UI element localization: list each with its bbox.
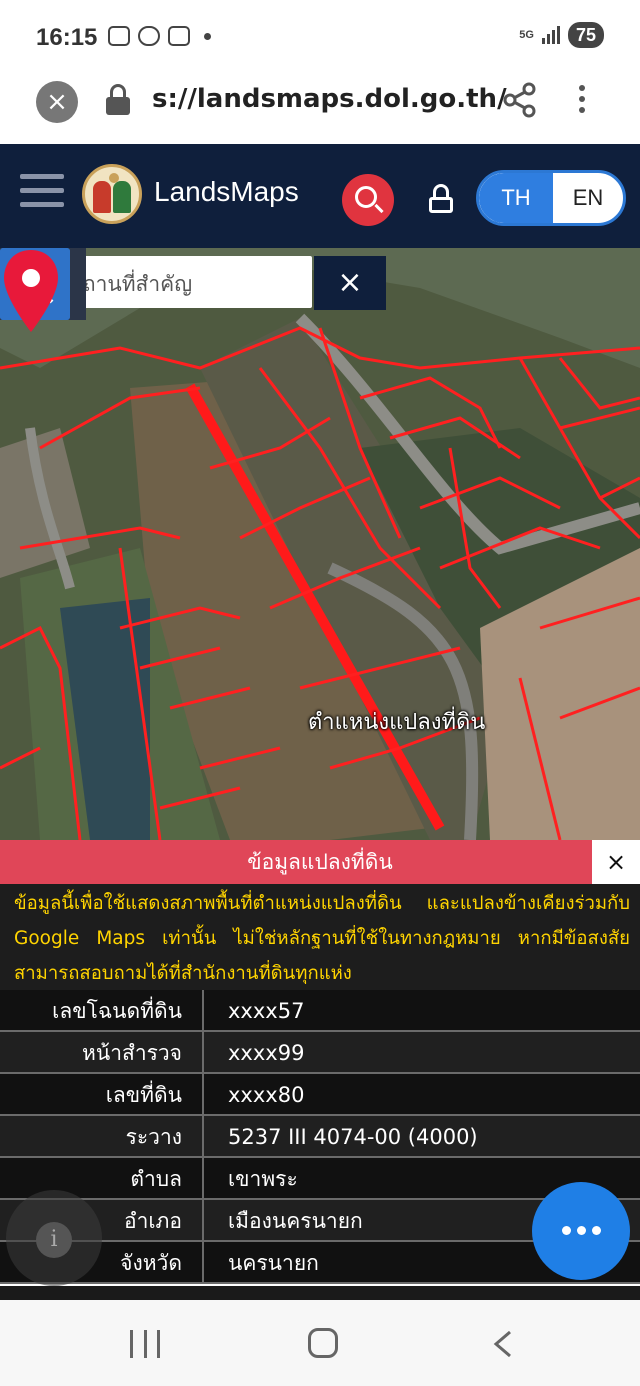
table-row-cutoff (0, 1286, 640, 1300)
row-value: 5237 III 4074-00 (4000) (228, 1125, 478, 1149)
row-label: เลขโฉนดที่ดิน (0, 990, 204, 1030)
row-label: เลขที่ดิน (0, 1074, 204, 1114)
login-lock-icon[interactable] (428, 184, 454, 214)
panel-close-button[interactable]: × (592, 840, 640, 884)
row-value: xxxx99 (228, 1041, 305, 1065)
parcel-location-label: ตำแหน่งแปลงที่ดิน (308, 710, 486, 735)
row-label: ตำบล (0, 1158, 204, 1198)
app-header: LandsMaps TH EN (0, 144, 640, 248)
home-nav-icon[interactable] (308, 1328, 338, 1358)
screenshot-icon (108, 26, 130, 46)
table-row: ตำบล เขาพระ (0, 1158, 640, 1200)
line-app-icon (138, 26, 160, 46)
system-nav-bar (0, 1300, 640, 1386)
location-pin-icon (4, 250, 58, 332)
row-value: xxxx57 (228, 999, 305, 1023)
status-right: 5G 75 (519, 22, 604, 48)
satellite-map (0, 248, 640, 840)
disclaimer-text: ข้อมูลนี้เพื่อใช้แสดงสภาพพื้นที่ตำแหน่งแ… (14, 893, 630, 984)
brand-name: LandsMaps (154, 176, 299, 207)
search-button[interactable] (342, 174, 394, 226)
language-toggle: TH EN (476, 170, 626, 226)
instagram-icon (168, 26, 190, 46)
close-tab-button[interactable]: × (36, 81, 78, 123)
more-vert-icon[interactable] (570, 80, 594, 120)
more-actions-button[interactable] (532, 1182, 630, 1280)
more-notifications-icon (204, 32, 211, 40)
lang-en-button[interactable]: EN (553, 173, 623, 223)
lock-icon[interactable] (106, 84, 130, 116)
table-row: เลขที่ดิน xxxx80 (0, 1074, 640, 1116)
table-row: หน้าสำรวจ xxxx99 (0, 1032, 640, 1074)
back-icon[interactable] (492, 1330, 514, 1358)
lang-th-button[interactable]: TH (479, 173, 553, 223)
parcel-info-header: ข้อมูลแปลงที่ดิน × (0, 840, 640, 884)
search-clear-button[interactable]: × (314, 256, 386, 310)
dol-logo (82, 164, 142, 224)
panel-title: ข้อมูลแปลงที่ดิน (247, 850, 393, 874)
search-icon (355, 186, 377, 208)
battery-level: 75 (567, 22, 604, 48)
map-view[interactable]: ค้นหาสถานที่สำคัญ × ตำแหน่งแปลงที่ดิน (0, 248, 640, 840)
info-button[interactable]: i (6, 1190, 102, 1286)
row-label: หน้าสำรวจ (0, 1032, 204, 1072)
menu-icon[interactable] (20, 174, 64, 210)
table-row: ระวาง 5237 III 4074-00 (4000) (0, 1116, 640, 1158)
disclaimer: ข้อมูลนี้เพื่อใช้แสดงสภาพพื้นที่ตำแหน่งแ… (0, 884, 640, 990)
recents-icon[interactable] (130, 1330, 160, 1358)
url-text[interactable]: s://landsmaps.dol.go.th/ (152, 84, 507, 114)
row-value: xxxx80 (228, 1083, 305, 1107)
status-time: 16:15 (36, 24, 98, 51)
browser-url-bar: × s://landsmaps.dol.go.th/ (0, 70, 640, 144)
info-icon: i (36, 1222, 72, 1258)
more-horiz-icon (562, 1226, 601, 1235)
notification-icons (108, 26, 211, 46)
signal-icon (541, 26, 560, 44)
status-bar: 16:15 5G 75 (0, 0, 640, 70)
row-label: ระวาง (0, 1116, 204, 1156)
network-type: 5G (519, 29, 534, 41)
share-icon[interactable] (502, 82, 538, 118)
table-row: เลขโฉนดที่ดิน xxxx57 (0, 990, 640, 1032)
